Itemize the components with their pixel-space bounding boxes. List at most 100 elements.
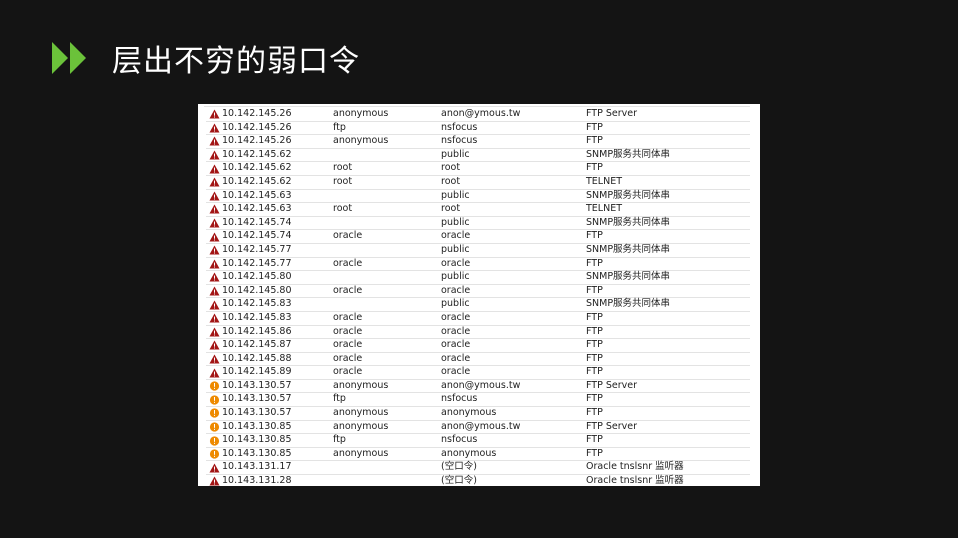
service-cell: FTP [586, 325, 750, 340]
password-cell: nsfocus [441, 392, 586, 408]
risk-cell [206, 189, 222, 204]
password-cell: oracle [441, 311, 586, 326]
username-cell: ftp [333, 433, 441, 448]
username-cell [333, 216, 441, 231]
warning-triangle-icon [209, 300, 220, 310]
warning-triangle-icon [209, 177, 220, 187]
table-top-divider [204, 106, 750, 107]
ip-cell: 10.143.131.28 [222, 474, 333, 486]
username-cell [333, 148, 441, 163]
warning-circle-icon [209, 408, 220, 418]
username-cell: anonymous [333, 108, 441, 122]
risk-cell [206, 297, 222, 312]
warning-triangle-icon [209, 259, 220, 269]
table-row: 10.142.145.88 oracle oracle FTP [206, 352, 750, 367]
warning-triangle-icon [209, 150, 220, 160]
warning-triangle-icon [209, 204, 220, 214]
ip-cell: 10.142.145.26 [222, 108, 333, 122]
table-row: 10.143.130.85 anonymous anon@ymous.tw FTP S… [206, 420, 750, 435]
service-cell: TELNET [586, 175, 750, 190]
password-cell: (空口令) [441, 474, 586, 486]
table-row: 10.142.145.74 oracle oracle FTP [206, 229, 750, 244]
warning-triangle-icon [209, 313, 220, 323]
table-row: 10.142.145.63 public SNMP服务共同体串 [206, 189, 750, 204]
risk-cell [206, 134, 222, 149]
risk-cell [206, 460, 222, 476]
username-cell: oracle [333, 365, 441, 380]
warning-triangle-icon [209, 286, 220, 296]
warning-triangle-icon [209, 191, 220, 201]
table-row: 10.142.145.89 oracle oracle FTP [206, 365, 750, 380]
warning-circle-icon [209, 422, 220, 432]
service-cell: FTP [586, 121, 750, 136]
ip-cell: 10.142.145.80 [222, 284, 333, 299]
password-cell: root [441, 161, 586, 176]
username-cell: oracle [333, 284, 441, 299]
risk-cell [206, 229, 222, 244]
service-cell: FTP Server [586, 108, 750, 122]
ip-cell: 10.143.131.17 [222, 460, 333, 476]
risk-cell [206, 216, 222, 231]
service-cell: FTP [586, 433, 750, 448]
ip-cell: 10.142.145.83 [222, 297, 333, 312]
table-row: 10.142.145.87 oracle oracle FTP [206, 338, 750, 353]
password-cell: (空口令) [441, 460, 586, 476]
table-row: 10.142.145.83 oracle oracle FTP [206, 311, 750, 326]
ip-cell: 10.142.145.77 [222, 257, 333, 272]
username-cell: oracle [333, 257, 441, 272]
service-cell: FTP Server [586, 379, 750, 394]
ip-cell: 10.142.145.80 [222, 270, 333, 285]
password-cell: public [441, 297, 586, 312]
risk-cell [206, 338, 222, 353]
password-cell: anonymous [441, 406, 586, 421]
service-cell: Oracle tnslsnr 监听器 [586, 460, 750, 476]
username-cell [333, 243, 441, 258]
service-cell: FTP [586, 284, 750, 299]
username-cell: root [333, 202, 441, 217]
risk-cell [206, 284, 222, 299]
username-cell [333, 297, 441, 312]
service-cell: FTP [586, 365, 750, 380]
risk-cell [206, 257, 222, 272]
ip-cell: 10.142.145.89 [222, 365, 333, 380]
username-cell: oracle [333, 311, 441, 326]
password-cell: public [441, 189, 586, 204]
slide-title: 层出不穷的弱口令 [112, 44, 360, 79]
ip-cell: 10.143.130.57 [222, 392, 333, 408]
warning-triangle-icon [209, 476, 220, 486]
service-cell: FTP [586, 447, 750, 462]
password-cell: nsfocus [441, 433, 586, 448]
table-row: 10.143.130.85 anonymous anonymous FTP [206, 447, 750, 462]
password-cell: root [441, 175, 586, 190]
risk-cell [206, 148, 222, 163]
warning-triangle-icon [209, 340, 220, 350]
service-cell: Oracle tnslsnr 监听器 [586, 474, 750, 486]
risk-cell [206, 243, 222, 258]
table-row: 10.142.145.62 public SNMP服务共同体串 [206, 148, 750, 163]
ip-cell: 10.142.145.63 [222, 189, 333, 204]
password-cell: oracle [441, 284, 586, 299]
ip-cell: 10.143.130.85 [222, 447, 333, 462]
warning-circle-icon [209, 449, 220, 459]
username-cell: anonymous [333, 447, 441, 462]
username-cell: anonymous [333, 134, 441, 149]
ip-cell: 10.142.145.87 [222, 338, 333, 353]
risk-cell [206, 325, 222, 340]
username-cell [333, 460, 441, 476]
table-row: 10.143.130.57 anonymous anon@ymous.tw FTP S… [206, 379, 750, 394]
username-cell: anonymous [333, 420, 441, 435]
warning-triangle-icon [209, 463, 220, 473]
table-row: 10.142.145.62 root root FTP [206, 161, 750, 176]
risk-cell [206, 447, 222, 462]
warning-triangle-icon [209, 272, 220, 282]
password-cell: oracle [441, 365, 586, 380]
service-cell: TELNET [586, 202, 750, 217]
risk-cell [206, 406, 222, 421]
ip-cell: 10.142.145.88 [222, 352, 333, 367]
service-cell: SNMP服务共同体串 [586, 216, 750, 231]
password-cell: public [441, 243, 586, 258]
weak-password-results-screenshot: 10.142.145.26 anonymous anon@ymous.tw FTP S… [198, 104, 760, 486]
risk-cell [206, 270, 222, 285]
password-cell: oracle [441, 352, 586, 367]
username-cell: ftp [333, 121, 441, 136]
